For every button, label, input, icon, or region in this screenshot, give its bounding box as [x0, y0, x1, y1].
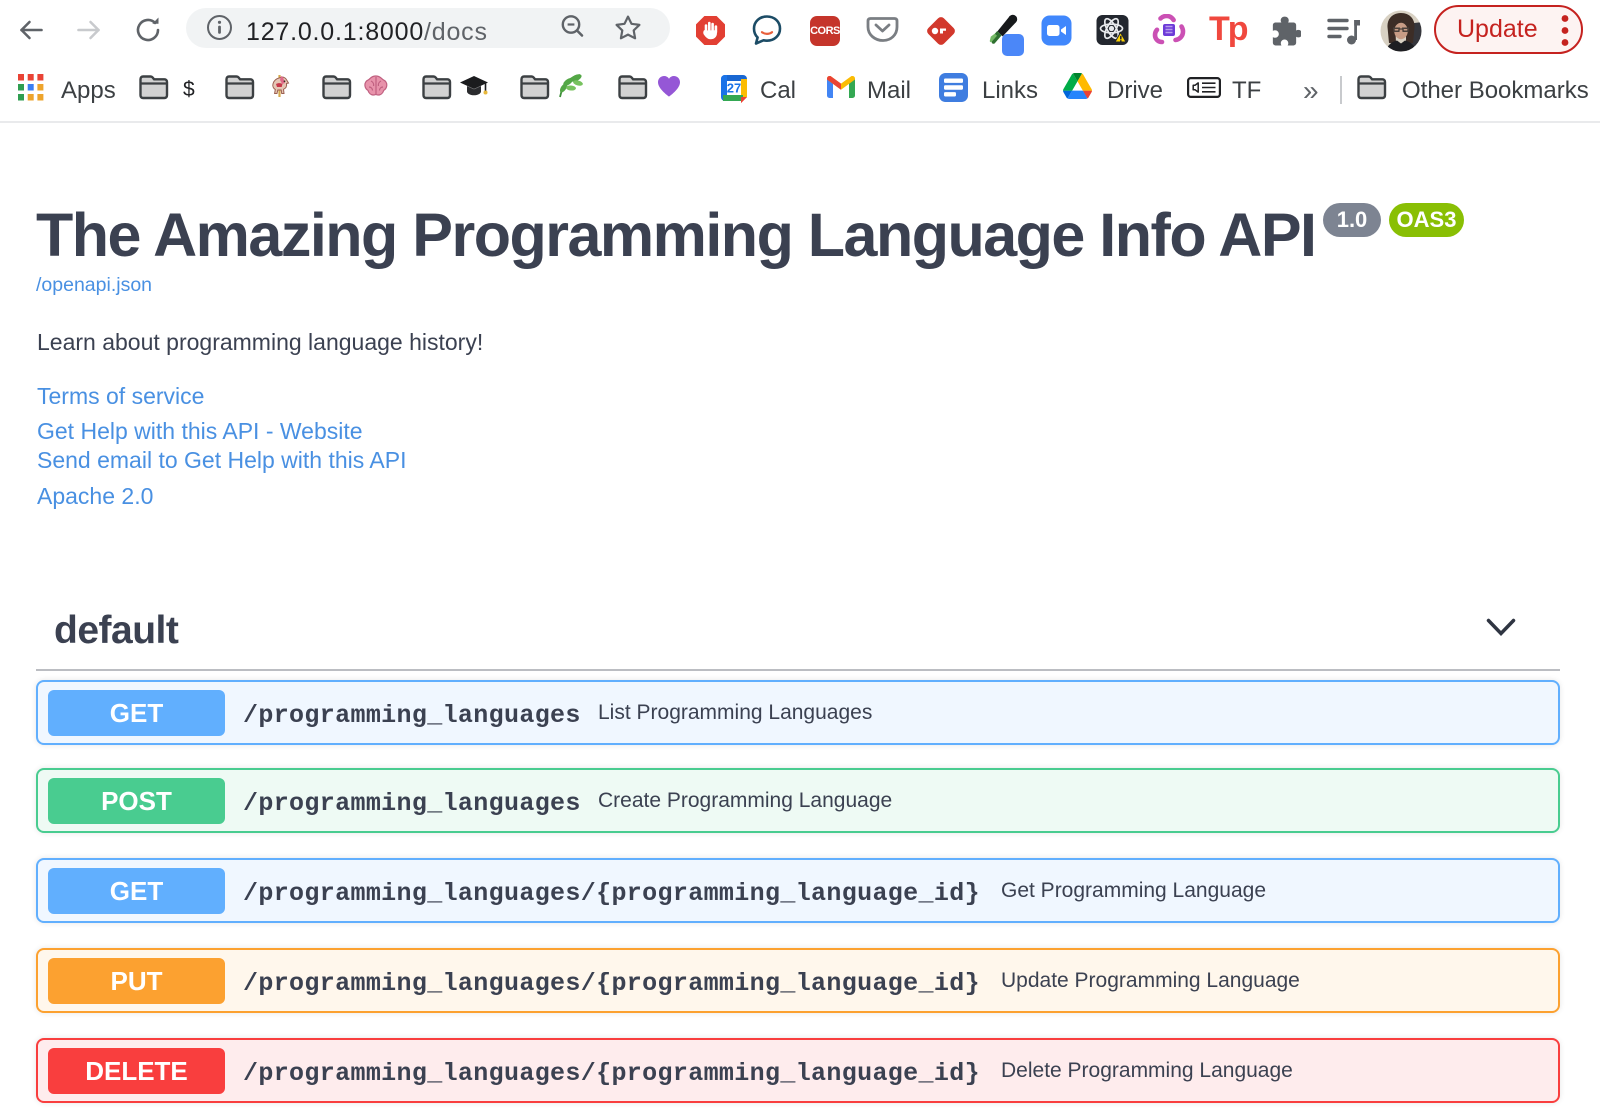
svg-text:27: 27 — [727, 81, 741, 96]
